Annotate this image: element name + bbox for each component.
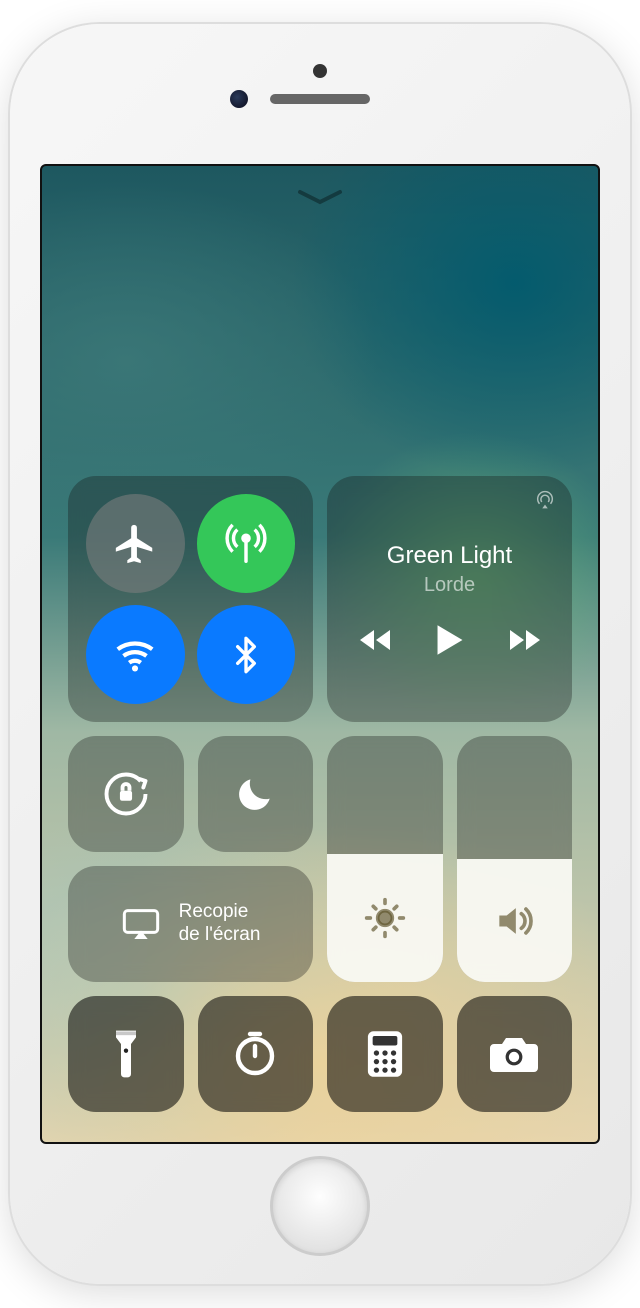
bluetooth-icon <box>226 632 266 678</box>
camera-button[interactable] <box>457 996 573 1112</box>
brightness-slider[interactable] <box>327 736 443 982</box>
play-icon[interactable] <box>434 623 466 657</box>
timer-button[interactable] <box>198 996 314 1112</box>
airplay-video-icon <box>121 907 161 941</box>
playback-controls <box>358 623 542 657</box>
screen-mirroring-button[interactable]: Recopie de l'écran <box>68 866 313 982</box>
iphone-frame: Green Light Lorde <box>10 24 630 1284</box>
connectivity-card[interactable] <box>68 476 313 722</box>
timer-icon <box>231 1030 279 1078</box>
front-sensor-dot <box>313 64 327 78</box>
moon-icon <box>233 772 277 816</box>
brightness-icon <box>363 896 407 940</box>
track-title: Green Light <box>387 542 512 570</box>
earpiece <box>270 94 370 104</box>
wifi-toggle[interactable] <box>86 605 185 704</box>
control-center: Green Light Lorde <box>68 476 572 1112</box>
airplane-icon <box>112 521 158 567</box>
orientation-lock-toggle[interactable] <box>68 736 184 852</box>
do-not-disturb-toggle[interactable] <box>198 736 314 852</box>
rewind-icon[interactable] <box>358 628 392 652</box>
flashlight-button[interactable] <box>68 996 184 1112</box>
speaker-icon <box>491 899 537 943</box>
calculator-icon <box>366 1029 404 1079</box>
flashlight-icon <box>111 1028 141 1080</box>
screen-mirroring-label: Recopie de l'écran <box>179 901 261 947</box>
antenna-icon <box>223 521 269 567</box>
forward-icon[interactable] <box>508 628 542 652</box>
orientation-lock-icon <box>100 768 152 820</box>
airplay-audio-icon <box>534 490 556 512</box>
bluetooth-toggle[interactable] <box>197 605 296 704</box>
screen: Green Light Lorde <box>40 164 600 1144</box>
track-artist: Lorde <box>424 574 475 597</box>
front-camera <box>230 90 248 108</box>
volume-slider[interactable] <box>457 736 573 982</box>
dismiss-chevron-icon[interactable] <box>297 188 343 206</box>
airplane-mode-toggle[interactable] <box>86 494 185 593</box>
home-button[interactable] <box>270 1156 370 1256</box>
camera-icon <box>488 1033 540 1075</box>
now-playing-card[interactable]: Green Light Lorde <box>327 476 572 722</box>
wifi-icon <box>112 632 158 678</box>
cellular-data-toggle[interactable] <box>197 494 296 593</box>
calculator-button[interactable] <box>327 996 443 1112</box>
